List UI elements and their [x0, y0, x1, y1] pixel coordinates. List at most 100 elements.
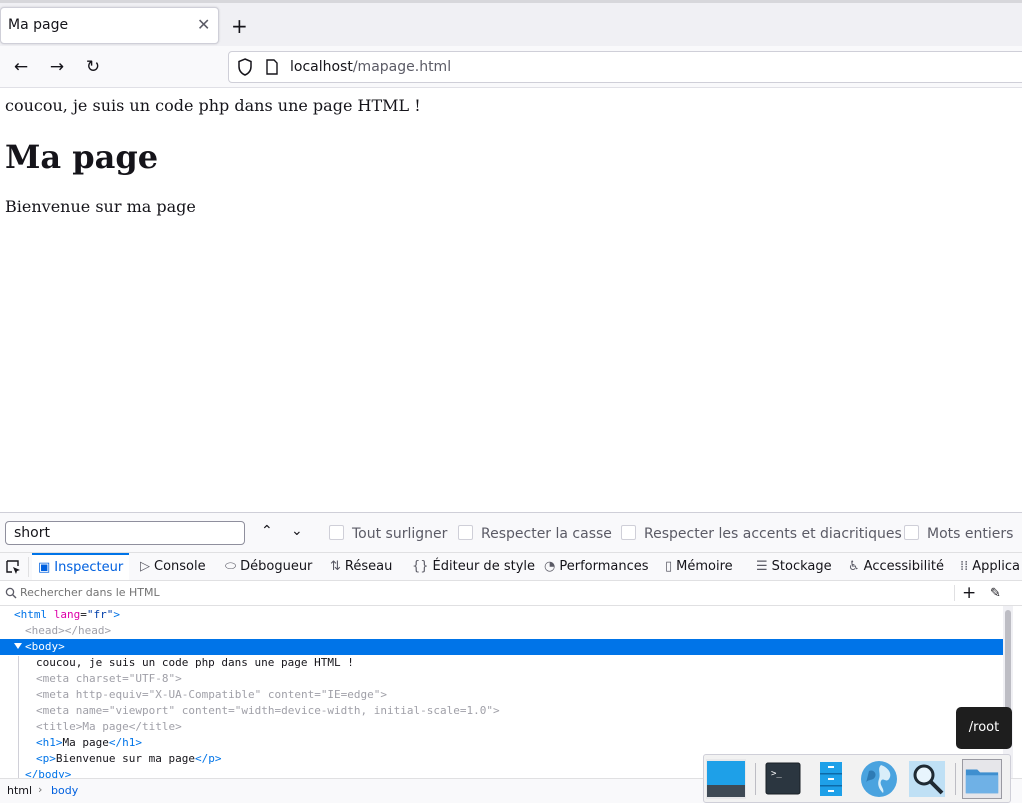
page-info-icon[interactable] [265, 59, 279, 75]
url-bar[interactable]: localhost/mapage.html [228, 51, 1022, 83]
tab-label: Console [154, 559, 206, 574]
markup-tree: <html lang="fr"> <head></head> <body> co… [0, 606, 1003, 778]
tab-label: Réseau [344, 559, 393, 574]
html-search-bar: Rechercher dans le HTML + ✎ [0, 581, 1022, 606]
taskbar-dock: >_ [703, 754, 1011, 803]
eyedropper-icon[interactable]: ✎ [990, 586, 1001, 601]
url-host: localhost [290, 59, 353, 75]
highlight-all-checkbox[interactable]: Tout surligner [329, 525, 447, 542]
tag-name: <body> [25, 640, 65, 653]
tag-name: <head></head> [25, 624, 112, 637]
tab-console[interactable]: ▷ Console [140, 553, 206, 580]
html-search-input[interactable]: Rechercher dans le HTML [20, 586, 160, 599]
new-tab-button[interactable]: + [231, 16, 248, 36]
attr-name: name [75, 704, 103, 717]
browser-tab[interactable]: Ma page ✕ [0, 7, 219, 44]
tree-node-text[interactable]: coucou, je suis un code php dans une pag… [0, 655, 1003, 671]
checkbox-box[interactable] [329, 525, 344, 540]
url-text[interactable]: localhost/mapage.html [290, 59, 451, 75]
tab-application[interactable]: ⁞⁞ Applica [960, 553, 1022, 580]
attr-name: content [181, 704, 229, 717]
tab-performance[interactable]: ◔ Performances [544, 553, 649, 580]
tag-name: <p> [36, 752, 56, 765]
navigation-bar: ← → ↻ localhost/mapage.html [0, 46, 1022, 88]
tag-bracket: > [113, 608, 120, 621]
attr-name: lang [53, 608, 81, 621]
page-heading: Ma page [5, 138, 159, 176]
match-case-checkbox[interactable]: Respecter la casse [458, 525, 612, 542]
close-tab-icon[interactable]: ✕ [197, 15, 210, 35]
tree-node-meta-viewport[interactable]: <meta name="viewport" content="width=dev… [0, 703, 1003, 719]
tab-accessibility[interactable]: ♿ Accessibilité [848, 553, 944, 580]
page-paragraph: Bienvenue sur ma page [5, 197, 196, 216]
terminal-icon[interactable]: >_ [763, 759, 803, 799]
toolbar-divider [28, 557, 29, 577]
markup-scrollbar[interactable] [1003, 606, 1013, 778]
tag-name: <html [14, 608, 48, 621]
tab-network[interactable]: ⇅ Réseau [330, 553, 392, 580]
tab-label: Mémoire [676, 559, 733, 574]
tree-indent-guide [18, 656, 19, 778]
search-icon[interactable] [907, 759, 947, 799]
svg-text:>_: >_ [771, 769, 782, 779]
breadcrumb-html[interactable]: html [7, 784, 32, 797]
web-browser-icon[interactable] [859, 759, 899, 799]
back-button[interactable]: ← [10, 56, 32, 78]
text-node: Ma page [82, 720, 129, 733]
devtools-toolbar: ▣ Inspecteur ▷ Console ⬭ Débogueur ⇅ Réseau … [0, 552, 1022, 581]
expand-arrow-icon[interactable] [14, 643, 22, 649]
breadcrumb-separator-icon: › [38, 783, 43, 796]
text-node: Bienvenue sur ma page [55, 752, 195, 765]
tag-name: <meta [36, 688, 76, 701]
option-label: Respecter la casse [481, 526, 612, 542]
tag-bracket: > [493, 704, 500, 717]
shield-icon[interactable] [237, 58, 253, 76]
tab-title: Ma page [8, 17, 69, 33]
tab-style-editor[interactable]: {} Éditeur de style [412, 553, 535, 580]
tag-bracket: > [380, 688, 388, 701]
checkbox-box[interactable] [621, 525, 636, 540]
tree-node-h1[interactable]: <h1>Ma page</h1> [0, 735, 1003, 751]
page-content: coucou, je suis un code php dans une pag… [0, 88, 1022, 512]
tag-name: <title> [36, 720, 83, 733]
tab-label: Débogueur [240, 559, 313, 574]
dock-divider [955, 763, 956, 795]
tree-node-html[interactable]: <html lang="fr"> [0, 607, 1003, 623]
find-input[interactable]: short [5, 521, 245, 545]
tree-node-body[interactable]: <body> [0, 639, 1003, 655]
tab-debugger[interactable]: ⬭ Débogueur [225, 553, 312, 580]
whole-words-checkbox[interactable]: Mots entiers [904, 525, 1013, 542]
performance-icon: ◔ [544, 559, 556, 574]
tree-node-title[interactable]: <title>Ma page</title> [0, 719, 1003, 735]
storage-icon: ☰ [756, 559, 768, 574]
tag-name: </h1> [108, 736, 142, 749]
folder-icon[interactable] [962, 759, 1002, 799]
tab-memory[interactable]: ▯ Mémoire [665, 553, 733, 580]
file-manager-icon[interactable] [811, 759, 851, 799]
tab-inspector[interactable]: ▣ Inspecteur [32, 553, 130, 580]
accessibility-icon: ♿ [848, 559, 860, 574]
tag-name: <h1> [36, 736, 63, 749]
forward-button[interactable]: → [46, 56, 68, 78]
console-icon: ▷ [140, 559, 150, 574]
tab-strip: Ma page ✕ + [0, 0, 1022, 46]
checkbox-box[interactable] [904, 525, 919, 540]
element-picker-icon[interactable] [5, 559, 21, 575]
search-divider [954, 585, 955, 601]
find-next-button[interactable]: ⌄ [291, 523, 303, 539]
match-diacritics-checkbox[interactable]: Respecter les accents et diacritiques [621, 525, 902, 542]
reload-button[interactable]: ↻ [82, 56, 104, 78]
attr-value: "UTF-8" [128, 672, 176, 685]
add-node-button[interactable]: + [962, 583, 976, 603]
checkbox-box[interactable] [458, 525, 473, 540]
tab-storage[interactable]: ☰ Stockage [756, 553, 832, 580]
desktop-icon[interactable] [706, 759, 746, 799]
tree-node-meta-compat[interactable]: <meta http-equiv="X-UA-Compatible" conte… [0, 687, 1003, 703]
inspector-icon: ▣ [38, 560, 51, 575]
breadcrumb-body[interactable]: body [51, 784, 78, 797]
attr-name: content [267, 688, 315, 701]
tree-node-meta-charset[interactable]: <meta charset="UTF-8"> [0, 671, 1003, 687]
option-label: Respecter les accents et diacritiques [644, 526, 902, 542]
find-previous-button[interactable]: ⌃ [261, 523, 273, 539]
tree-node-head[interactable]: <head></head> [0, 623, 1003, 639]
